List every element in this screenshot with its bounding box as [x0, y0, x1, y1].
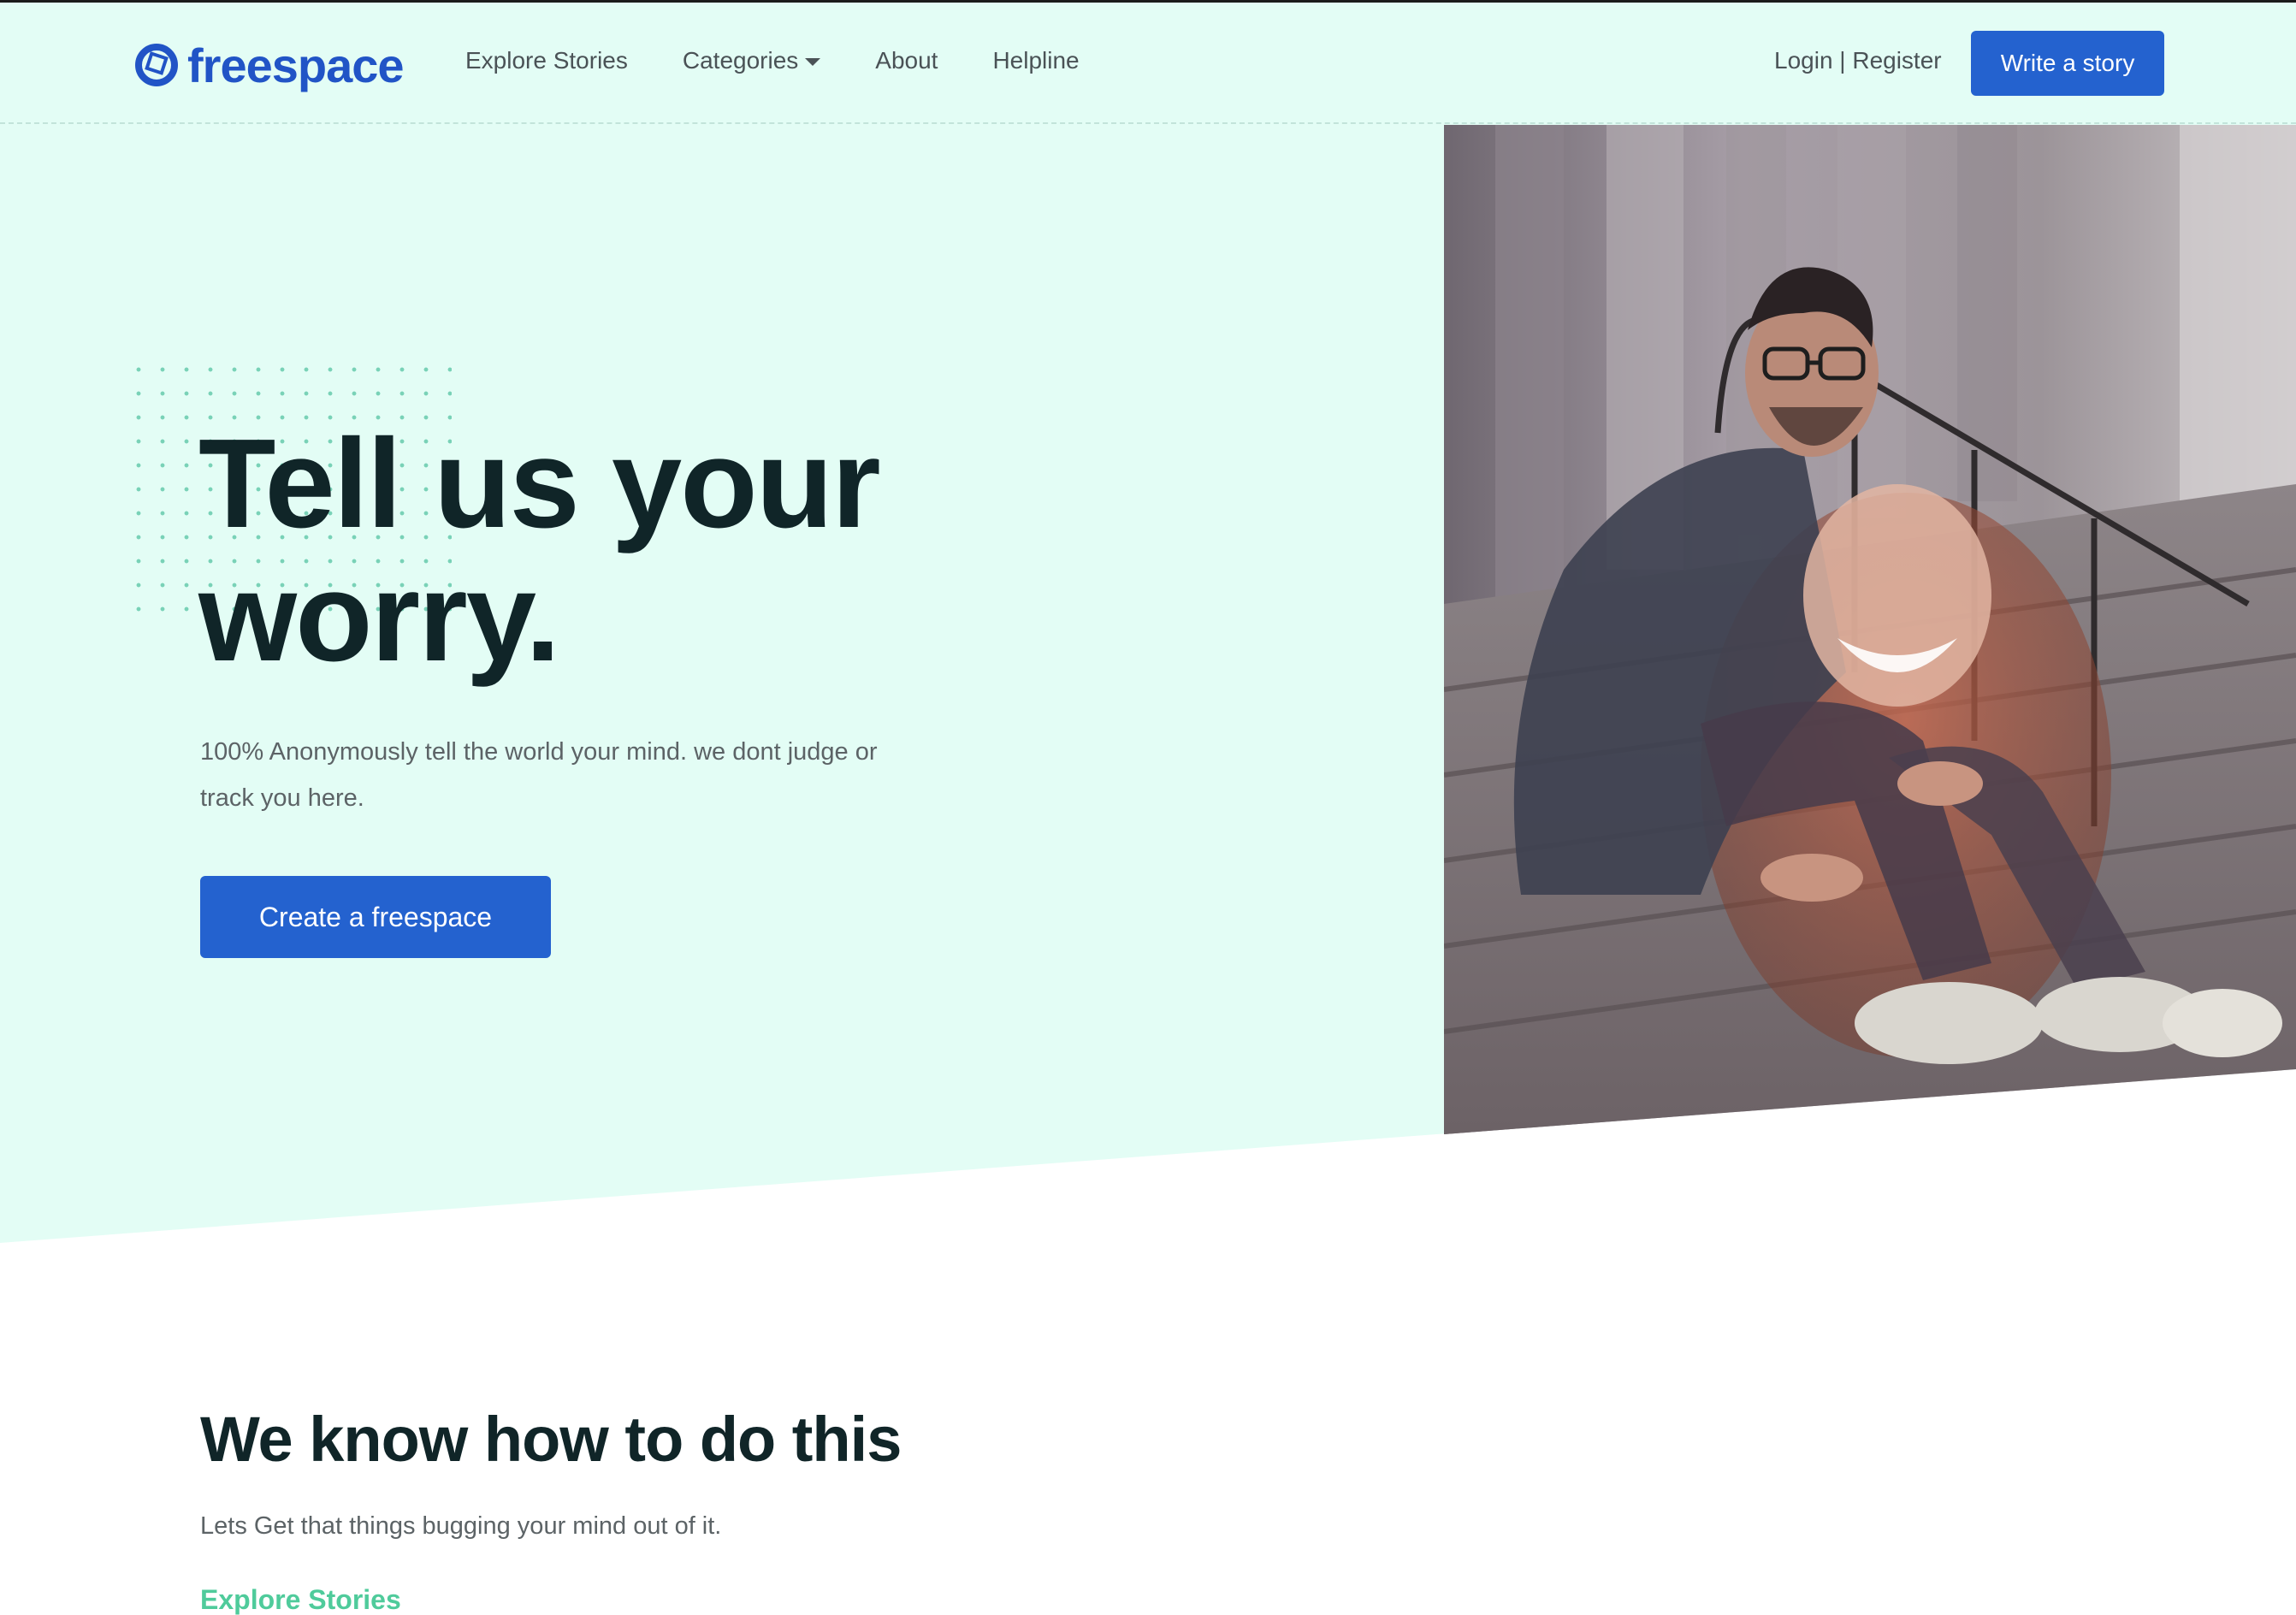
navbar: freespace Explore Stories Categories Abo…	[0, 3, 2296, 124]
nav-explore-stories[interactable]: Explore Stories	[465, 47, 628, 74]
hero-title-line1: Tell us your	[198, 413, 881, 554]
brand-logo[interactable]: freespace	[134, 35, 405, 95]
nav-links: Explore Stories Categories About Helplin…	[465, 47, 1134, 74]
caret-down-icon	[805, 57, 821, 66]
nav-categories-label: Categories	[682, 47, 799, 74]
photo-of-people-laughing-icon	[1444, 125, 2296, 1134]
hero-photo	[1444, 125, 2296, 1134]
nav-categories-dropdown[interactable]: Categories	[682, 47, 821, 74]
write-story-button[interactable]: Write a story	[1971, 31, 2164, 96]
login-register-link[interactable]: Login | Register	[1774, 47, 1942, 74]
nav-helpline[interactable]: Helpline	[992, 47, 1079, 74]
hero-title-line2: worry.	[198, 547, 560, 688]
section-title: We know how to do this	[200, 1404, 902, 1475]
page: freespace Explore Stories Categories Abo…	[0, 0, 2296, 1615]
section-subtitle: Lets Get that things bugging your mind o…	[200, 1512, 722, 1540]
hero-title: Tell us your worry.	[198, 417, 968, 684]
hero-subtitle: 100% Anonymously tell the world your min…	[200, 738, 878, 812]
freespace-logo-icon	[134, 43, 179, 87]
brand-name: freespace	[187, 38, 405, 92]
create-freespace-button[interactable]: Create a freespace	[200, 876, 551, 958]
explore-stories-link[interactable]: Explore Stories	[200, 1584, 401, 1615]
nav-about[interactable]: About	[875, 47, 938, 74]
